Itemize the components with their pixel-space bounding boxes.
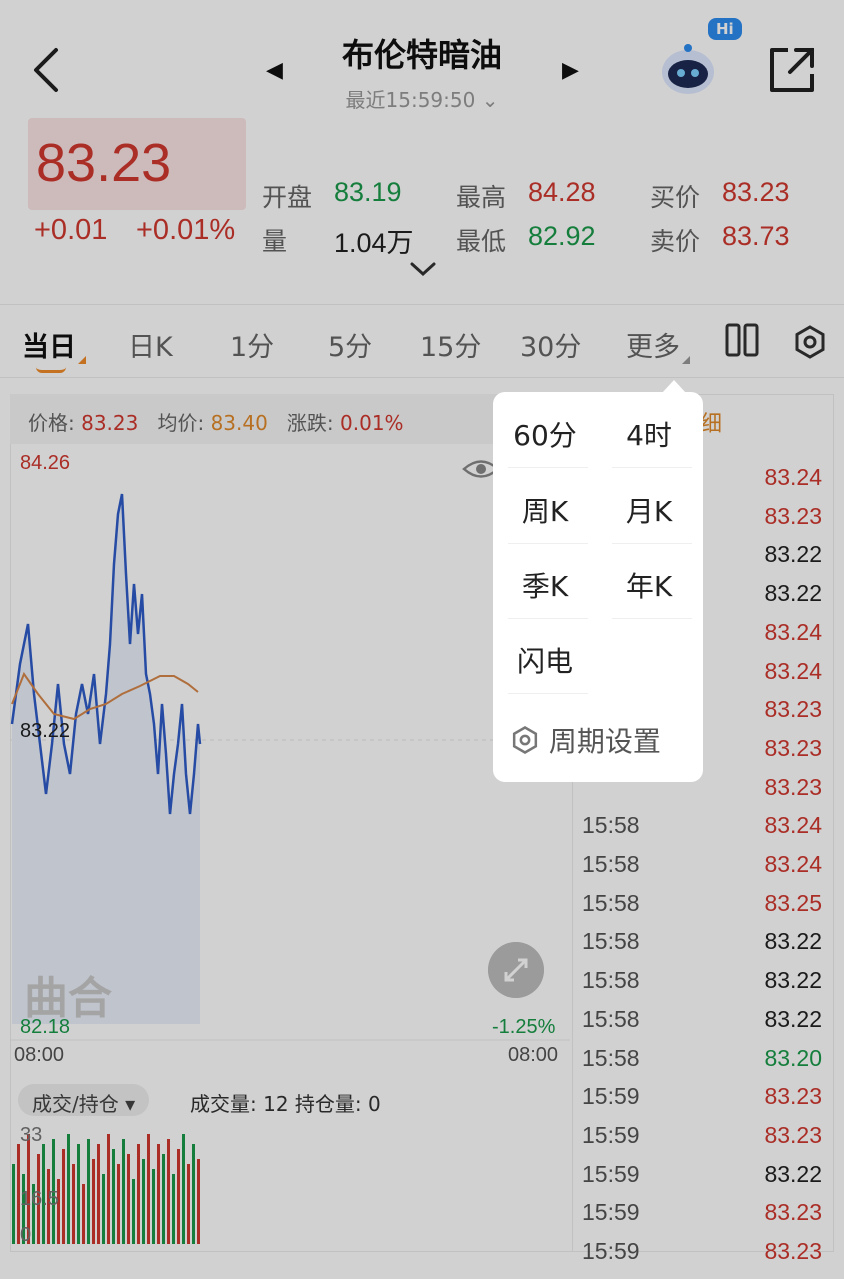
period-settings-button[interactable]: 周期设置 (510, 720, 661, 760)
divider (612, 543, 692, 544)
menu-item-yearly-k[interactable]: 年K (604, 565, 694, 605)
divider (508, 467, 588, 468)
divider (508, 618, 588, 619)
divider (508, 543, 588, 544)
menu-item-monthly-k[interactable]: 月K (604, 490, 694, 530)
divider (612, 467, 692, 468)
menu-item-quarterly-k[interactable]: 季K (500, 565, 590, 605)
menu-item-lightning[interactable]: 闪电 (500, 640, 590, 680)
menu-item-weekly-k[interactable]: 周K (500, 490, 590, 530)
modal-overlay[interactable] (0, 0, 844, 1279)
divider (612, 618, 692, 619)
menu-item-4h[interactable]: 4时 (604, 414, 694, 454)
divider (508, 693, 588, 694)
settings-hexagon-icon (512, 726, 538, 754)
period-settings-label: 周期设置 (548, 725, 661, 758)
menu-item-60min[interactable]: 60分 (500, 414, 590, 454)
